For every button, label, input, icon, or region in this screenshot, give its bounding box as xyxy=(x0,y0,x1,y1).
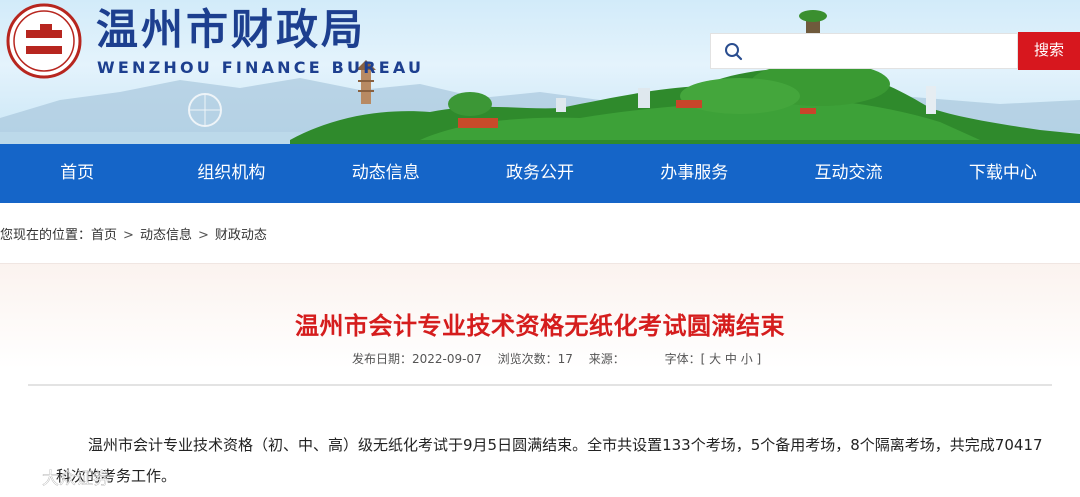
search-input[interactable] xyxy=(751,36,1013,66)
breadcrumb-home-link[interactable]: 首页 xyxy=(91,224,117,243)
nav-item-organization[interactable]: 组织机构 xyxy=(154,144,308,203)
breadcrumb-separator: > xyxy=(197,228,209,243)
font-size-label: 字体： xyxy=(664,352,701,366)
nav-item-services[interactable]: 办事服务 xyxy=(617,144,771,203)
search-icon[interactable] xyxy=(723,41,745,63)
site-header: 温州市财政局 WENZHOU FINANCE BUREAU 搜索 xyxy=(0,0,1080,144)
site-subtitle: WENZHOU FINANCE BUREAU xyxy=(97,58,425,77)
article-container: 温州市会计专业技术资格无纸化考试圆满结束 发布日期：2022-09-07 浏览次… xyxy=(0,263,1080,497)
search-box xyxy=(710,33,1018,69)
article-paragraph: 温州市会计专业技术资格（初、中、高）级无纸化考试于9月5日圆满结束。全市共设置1… xyxy=(56,436,1043,485)
nav-item-public-affairs[interactable]: 政务公开 xyxy=(463,144,617,203)
article-meta: 发布日期：2022-09-07 浏览次数：17 来源： 字体：[ 大 中 小 ] xyxy=(352,350,761,367)
publish-date: 2022-09-07 xyxy=(412,352,482,366)
source-label: 来源： xyxy=(588,352,625,366)
nav-item-downloads[interactable]: 下载中心 xyxy=(926,144,1080,203)
publish-date-label: 发布日期： xyxy=(352,352,413,366)
breadcrumb-finance-news-link[interactable]: 财政动态 xyxy=(215,224,267,243)
seal-logo-icon xyxy=(6,3,82,79)
breadcrumb-separator: > xyxy=(123,228,134,243)
watermark-logo-icon: 大众证券 xyxy=(8,463,110,491)
breadcrumb: 您现在的位置：首页 > 动态信息 > 财政动态 xyxy=(0,224,267,243)
nav-item-home[interactable]: 首页 xyxy=(0,144,154,203)
nav-item-interaction[interactable]: 互动交流 xyxy=(771,144,925,203)
breadcrumb-news-link[interactable]: 动态信息 xyxy=(140,224,192,243)
article-title: 温州市会计专业技术资格无纸化考试圆满结束 xyxy=(295,312,785,340)
site-title: 温州市财政局 xyxy=(96,5,367,54)
view-count-label: 浏览次数： xyxy=(497,352,558,366)
search-button[interactable]: 搜索 xyxy=(1018,32,1080,70)
breadcrumb-prefix: 您现在的位置： xyxy=(0,228,92,243)
font-size-controls[interactable]: [ 大 中 小 ] xyxy=(701,350,762,367)
title-divider xyxy=(28,384,1052,386)
main-nav: 首页 组织机构 动态信息 政务公开 办事服务 互动交流 下载中心 xyxy=(0,144,1080,203)
view-count: 17 xyxy=(557,352,573,366)
watermark-text: 大众证券 xyxy=(42,469,110,489)
nav-item-news[interactable]: 动态信息 xyxy=(309,144,463,203)
